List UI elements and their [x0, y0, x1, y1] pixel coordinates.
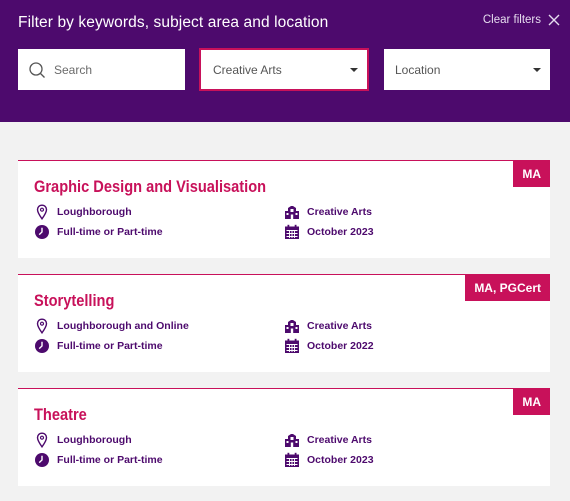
- course-study-mode-text: Full-time or Part-time: [57, 454, 163, 466]
- calendar-icon: [285, 224, 299, 239]
- course-subject: Creative Arts: [284, 318, 372, 334]
- clock-icon: [35, 225, 49, 239]
- course-location-text: Loughborough: [57, 206, 132, 218]
- course-start-date: October 2023: [284, 224, 374, 240]
- course-start-date-text: October 2022: [307, 340, 374, 352]
- chevron-down-icon: [350, 67, 358, 72]
- clock-icon: [35, 453, 49, 467]
- course-location: Loughborough and Online: [34, 318, 189, 334]
- course-subject-text: Creative Arts: [307, 434, 372, 446]
- award-badge: MA, PGCert: [465, 275, 550, 301]
- course-study-mode: Full-time or Part-time: [34, 452, 163, 468]
- close-icon: [548, 14, 560, 26]
- course-subject: Creative Arts: [284, 204, 372, 220]
- location-placeholder: Location: [395, 62, 441, 77]
- course-card[interactable]: MA Theatre Loughborough Full-time or Par…: [18, 388, 550, 486]
- course-start-date: October 2023: [284, 452, 374, 468]
- course-location: Loughborough: [34, 204, 132, 220]
- course-card[interactable]: MA, PGCert Storytelling Loughborough and…: [18, 274, 550, 372]
- course-title[interactable]: Storytelling: [34, 291, 114, 311]
- course-start-date-text: October 2023: [307, 454, 374, 466]
- filter-title: Filter by keywords, subject area and loc…: [18, 14, 329, 31]
- course-subject-text: Creative Arts: [307, 320, 372, 332]
- location-pin-icon: [36, 204, 48, 220]
- search-placeholder: Search: [54, 62, 93, 77]
- chevron-down-icon: [533, 67, 541, 72]
- building-icon: [285, 434, 299, 447]
- building-icon: [285, 320, 299, 333]
- subject-area-value: Creative Arts: [213, 62, 282, 77]
- award-badge: MA: [513, 389, 550, 415]
- course-subject: Creative Arts: [284, 432, 372, 448]
- course-subject-text: Creative Arts: [307, 206, 372, 218]
- course-study-mode: Full-time or Part-time: [34, 338, 163, 354]
- course-study-mode: Full-time or Part-time: [34, 224, 163, 240]
- course-card[interactable]: MA Graphic Design and Visualisation Loug…: [18, 160, 550, 258]
- building-icon: [285, 206, 299, 219]
- location-pin-icon: [36, 432, 48, 448]
- clock-icon: [35, 339, 49, 353]
- course-location-text: Loughborough: [57, 434, 132, 446]
- course-location: Loughborough: [34, 432, 132, 448]
- calendar-icon: [285, 452, 299, 467]
- search-input[interactable]: Search: [18, 49, 185, 90]
- location-pin-icon: [36, 318, 48, 334]
- course-study-mode-text: Full-time or Part-time: [57, 226, 163, 238]
- course-start-date: October 2022: [284, 338, 374, 354]
- search-icon: [29, 61, 45, 78]
- clear-filters-button[interactable]: Clear filters: [483, 14, 560, 26]
- calendar-icon: [285, 338, 299, 353]
- course-title[interactable]: Theatre: [34, 405, 87, 425]
- course-start-date-text: October 2023: [307, 226, 374, 238]
- course-location-text: Loughborough and Online: [57, 320, 189, 332]
- location-select[interactable]: Location: [384, 49, 550, 90]
- course-title[interactable]: Graphic Design and Visualisation: [34, 177, 266, 197]
- clear-filters-label: Clear filters: [482, 14, 541, 26]
- subject-area-select[interactable]: Creative Arts: [199, 48, 369, 91]
- award-badge: MA: [513, 161, 550, 187]
- filter-bar: Filter by keywords, subject area and loc…: [0, 0, 570, 122]
- course-study-mode-text: Full-time or Part-time: [57, 340, 163, 352]
